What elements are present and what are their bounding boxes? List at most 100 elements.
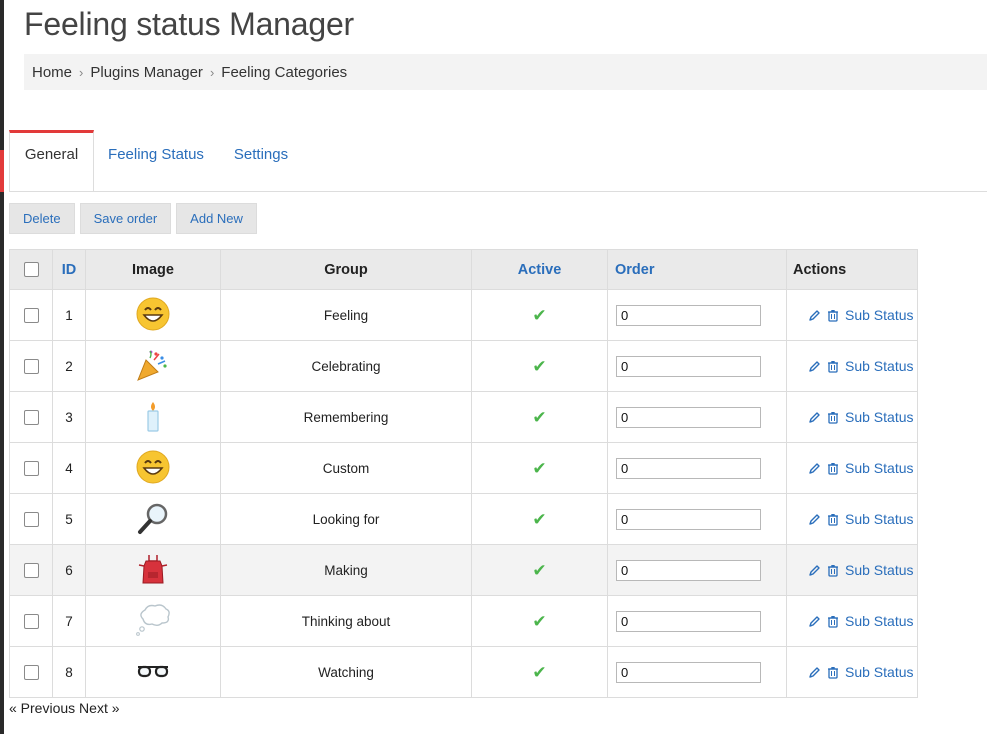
order-input[interactable] [616,304,761,326]
column-header-id[interactable]: ID [52,249,86,290]
edit-pencil-icon[interactable] [808,461,821,476]
row-image-cell [85,493,221,545]
sub-status-link[interactable]: Sub Status [845,307,914,323]
pagination: « Previous Next » [9,700,120,716]
next-page-link[interactable]: Next » [79,700,119,716]
edit-pencil-icon[interactable] [808,665,821,680]
breadcrumb-home[interactable]: Home [32,64,72,81]
order-input[interactable] [616,355,761,377]
checkmark-icon[interactable]: ✔ [532,613,546,630]
sub-status-link[interactable]: Sub Status [845,664,914,680]
row-select-cell [9,595,53,647]
sub-status-link[interactable]: Sub Status [845,409,914,425]
row-order-cell [607,646,787,698]
tab-feeling-status[interactable]: Feeling Status [97,130,215,176]
select-all-checkbox[interactable] [23,262,39,278]
column-header-active[interactable]: Active [471,249,608,290]
sub-status-link[interactable]: Sub Status [845,358,914,374]
row-select-cell [9,289,53,341]
row-active-cell: ✔ [471,391,608,443]
row-id: 8 [52,646,86,698]
row-order-cell [607,391,787,443]
left-edge-bar [0,0,4,734]
sub-status-link[interactable]: Sub Status [845,511,914,527]
order-input[interactable] [616,406,761,428]
edit-pencil-icon[interactable] [808,614,821,629]
breadcrumb-plugins-manager[interactable]: Plugins Manager [90,64,203,81]
page-title: Feeling status Manager [24,6,355,42]
row-id: 6 [52,544,86,596]
row-active-cell: ✔ [471,646,608,698]
row-checkbox[interactable] [23,562,39,578]
previous-page-link[interactable]: « Previous [9,700,75,716]
delete-trash-icon[interactable] [827,563,839,578]
column-header-group: Group [220,249,472,290]
checkmark-icon[interactable]: ✔ [532,460,546,477]
delete-trash-icon[interactable] [827,410,839,425]
row-active-cell: ✔ [471,595,608,647]
checkmark-icon[interactable]: ✔ [532,409,546,426]
row-checkbox[interactable] [23,307,39,323]
sub-status-link[interactable]: Sub Status [845,460,914,476]
order-input[interactable] [616,661,761,683]
checkmark-icon[interactable]: ✔ [532,307,546,324]
row-actions-cell: Sub Status [786,544,918,596]
add-new-button[interactable]: Add New [176,203,257,234]
row-checkbox[interactable] [23,409,39,425]
thought-bubble-icon [135,603,171,640]
row-image-cell [85,544,221,596]
edit-pencil-icon[interactable] [808,308,821,323]
row-actions-cell: Sub Status [786,289,918,341]
save-order-button[interactable]: Save order [79,203,172,234]
order-input[interactable] [616,457,761,479]
table-row: 6 Making ✔ Sub Status [9,544,918,596]
delete-trash-icon[interactable] [827,614,839,629]
row-order-cell [607,544,787,596]
checkmark-icon[interactable]: ✔ [532,664,546,681]
sub-status-link[interactable]: Sub Status [845,562,914,578]
row-checkbox[interactable] [23,511,39,527]
select-all-cell [9,249,53,290]
table-header-row: ID Image Group Active Order Actions [9,249,918,290]
row-image-cell [85,289,221,341]
edit-pencil-icon[interactable] [808,512,821,527]
order-input[interactable] [616,610,761,632]
row-group: Thinking about [220,595,472,647]
edit-pencil-icon[interactable] [808,359,821,374]
delete-trash-icon[interactable] [827,359,839,374]
table-row: 4 Custom ✔ Sub Status [9,442,918,494]
checkmark-icon[interactable]: ✔ [532,511,546,528]
row-actions-cell: Sub Status [786,340,918,392]
row-group: Looking for [220,493,472,545]
row-order-cell [607,493,787,545]
delete-trash-icon[interactable] [827,665,839,680]
row-checkbox[interactable] [23,460,39,476]
row-actions-cell: Sub Status [786,391,918,443]
row-actions-cell: Sub Status [786,595,918,647]
checkmark-icon[interactable]: ✔ [532,562,546,579]
delete-trash-icon[interactable] [827,308,839,323]
checkmark-icon[interactable]: ✔ [532,358,546,375]
delete-button[interactable]: Delete [9,203,75,234]
delete-trash-icon[interactable] [827,512,839,527]
tab-settings[interactable]: Settings [221,130,301,176]
party-popper-icon [136,348,170,385]
row-id: 7 [52,595,86,647]
order-input[interactable] [616,559,761,581]
row-checkbox[interactable] [23,664,39,680]
row-image-cell [85,340,221,392]
column-header-order[interactable]: Order [607,249,787,290]
edit-pencil-icon[interactable] [808,410,821,425]
row-checkbox[interactable] [23,358,39,374]
row-order-cell [607,595,787,647]
chevron-right-icon: › [79,64,84,80]
breadcrumb-feeling-categories: Feeling Categories [221,63,348,81]
edit-pencil-icon[interactable] [808,563,821,578]
tab-general[interactable]: General [9,130,94,192]
order-input[interactable] [616,508,761,530]
row-checkbox[interactable] [23,613,39,629]
candle-icon [136,399,170,436]
delete-trash-icon[interactable] [827,461,839,476]
left-active-indicator [0,150,4,192]
sub-status-link[interactable]: Sub Status [845,613,914,629]
